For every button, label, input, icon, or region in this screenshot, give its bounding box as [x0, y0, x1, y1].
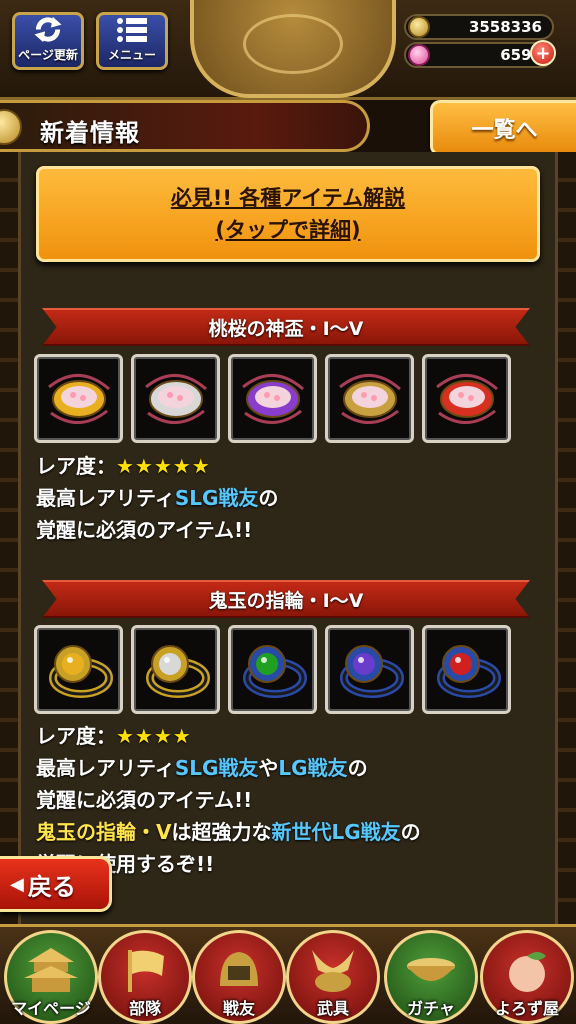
desc-highlight: 新世代LG戦友	[271, 820, 401, 844]
desc-text: は超強力な	[171, 820, 272, 844]
right-border-decoration	[558, 152, 576, 924]
item-tile[interactable]	[422, 354, 511, 443]
desc-text: の	[258, 486, 279, 510]
desc-text: の	[347, 756, 368, 780]
kabuto-icon	[312, 950, 354, 992]
item-tile[interactable]	[228, 625, 317, 714]
rarity-stars: ★★★★★	[116, 454, 211, 478]
desc-text: 最高レアリティ	[36, 486, 175, 510]
header-emblem	[190, 0, 396, 98]
ring-icon	[145, 644, 210, 698]
gem-icon	[408, 44, 430, 66]
back-button[interactable]: ◀ 戻る	[0, 856, 112, 912]
nav-label: 武具	[316, 999, 349, 1018]
bowl-icon	[407, 958, 455, 981]
desc-text: 覚醒に必須のアイテム!!	[36, 518, 253, 542]
flag-icon	[128, 950, 164, 992]
nav-item[interactable]: 戦友	[192, 930, 286, 1024]
rarity-label: レア度：	[36, 724, 116, 748]
item-guide-button[interactable]: 必見!! 各種アイテム解説 (タップで詳細)	[36, 166, 540, 262]
castle-icon	[24, 948, 78, 992]
item-tile[interactable]	[228, 354, 317, 443]
item-icons-row	[34, 354, 511, 443]
refresh-page-button[interactable]: ページ更新	[12, 12, 84, 70]
menu-button[interactable]: メニュー	[96, 12, 168, 70]
coin-icon	[408, 16, 430, 38]
item-icons-row	[34, 625, 511, 714]
back-label: 戻る	[27, 872, 76, 901]
sake-cup-icon	[338, 373, 401, 424]
item-title: 鬼玉の指輪・I〜V	[208, 589, 364, 612]
list-button-label: 一覧へ	[471, 118, 538, 143]
item-section-title: 鬼玉の指輪・I〜V	[42, 580, 530, 618]
gold-counter: 3558336	[404, 14, 554, 40]
nav-item[interactable]: よろず屋	[480, 930, 574, 1024]
nav-item[interactable]: 武具	[286, 930, 380, 1024]
page-title: 新着情報	[40, 119, 140, 147]
nav-label: ガチャ	[407, 999, 455, 1018]
menu-list-icon	[117, 18, 147, 42]
coin-emblem-icon	[0, 109, 22, 145]
desc-text: 最高レアリティ	[36, 756, 175, 780]
desc-highlight: SLG戦友	[174, 756, 259, 780]
desc-highlight: LG戦友	[278, 756, 348, 780]
sake-cup-icon	[47, 373, 110, 424]
item-tile[interactable]	[422, 625, 511, 714]
item-title: 桃桜の神盃・I〜V	[208, 317, 364, 340]
item-tile[interactable]	[325, 625, 414, 714]
rarity-label: レア度：	[36, 454, 116, 478]
back-arrow-icon: ◀	[10, 873, 24, 895]
desc-text: 覚醒に必須のアイテム!!	[36, 788, 253, 812]
rarity-stars: ★★★★	[116, 724, 192, 748]
ring-icon	[339, 644, 404, 698]
item-guide-line1: 必見!! 各種アイテム解説	[170, 186, 406, 210]
item-section-title: 桃桜の神盃・I〜V	[42, 308, 530, 346]
left-border-decoration	[0, 152, 18, 924]
ring-icon	[242, 644, 307, 698]
desc-highlight: 鬼玉の指輪・V	[36, 820, 172, 844]
nav-item[interactable]: 部隊	[98, 930, 192, 1024]
nav-label: 戦友	[222, 999, 255, 1018]
desc-text: の	[400, 820, 421, 844]
nav-label: マイページ	[11, 999, 91, 1018]
item-tile[interactable]	[131, 354, 220, 443]
nav-item[interactable]: ガチャ	[384, 930, 478, 1024]
sake-cup-icon	[435, 373, 498, 424]
item-tile[interactable]	[34, 354, 123, 443]
plus-icon: +	[535, 42, 551, 64]
item-tile[interactable]	[325, 354, 414, 443]
sake-cup-icon	[144, 373, 207, 424]
buy-gems-button[interactable]: +	[530, 40, 556, 66]
ring-icon	[436, 644, 501, 698]
ring-icon	[48, 644, 113, 698]
sake-cup-icon	[241, 373, 304, 424]
section-header: 新着情報	[0, 100, 370, 152]
refresh-label: ページ更新	[18, 48, 78, 62]
item-tile[interactable]	[34, 625, 123, 714]
refresh-icon	[34, 16, 62, 43]
menu-label: メニュー	[107, 48, 156, 62]
helmet-icon	[220, 952, 258, 986]
item-description: レア度：★★★★★ 最高レアリティSLG戦友の 覚醒に必須のアイテム!!	[36, 450, 278, 546]
desc-highlight: SLG戦友	[174, 486, 259, 510]
peach-icon	[509, 952, 546, 992]
nav-item[interactable]: マイページ	[4, 930, 98, 1024]
item-guide-line2: (タップで詳細)	[215, 218, 361, 242]
nav-label: よろず屋	[494, 999, 559, 1018]
gold-value: 3558336	[468, 18, 542, 36]
item-tile[interactable]	[131, 625, 220, 714]
list-button[interactable]: 一覧へ	[430, 100, 576, 156]
desc-text: や	[258, 756, 279, 780]
nav-label: 部隊	[128, 999, 161, 1018]
